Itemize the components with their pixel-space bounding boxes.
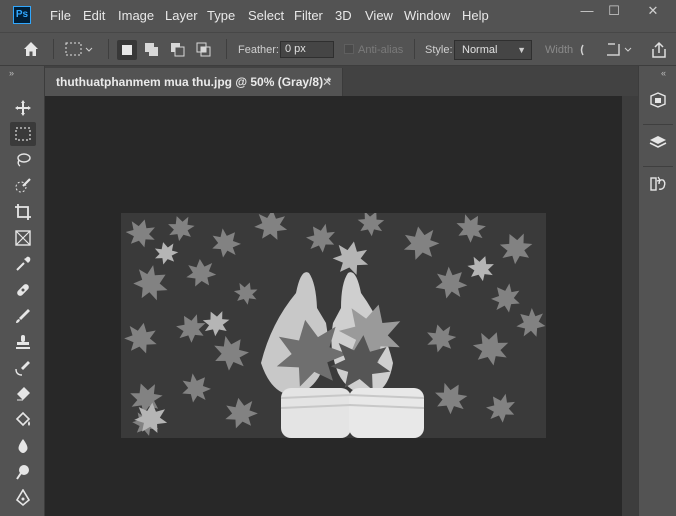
menu-type[interactable]: Type <box>207 0 235 32</box>
rectangular-marquee-tool-icon[interactable] <box>10 122 36 146</box>
menu-bar: Ps File Edit Image Layer Type Select Fil… <box>0 0 676 32</box>
separator <box>643 166 673 167</box>
add-to-selection-icon[interactable] <box>142 40 162 60</box>
separator <box>53 39 54 59</box>
separator <box>414 39 415 59</box>
separator <box>643 124 673 125</box>
history-icon[interactable] <box>647 173 669 195</box>
marquee-preset-icon[interactable] <box>64 33 94 67</box>
width-label: Width <box>545 44 574 56</box>
tools-panel: » <box>0 66 45 516</box>
maximize-button[interactable]: ☐ <box>597 0 631 24</box>
history-brush-tool-icon[interactable] <box>10 356 36 380</box>
healing-brush-tool-icon[interactable] <box>10 278 36 302</box>
home-icon[interactable] <box>22 32 40 66</box>
dodge-tool-icon[interactable] <box>10 460 36 484</box>
menu-window[interactable]: Window <box>404 0 450 32</box>
document-image[interactable] <box>121 213 546 438</box>
close-tab-icon[interactable]: ✕ <box>322 68 332 96</box>
share-icon[interactable] <box>650 33 668 67</box>
blur-tool-icon[interactable] <box>10 434 36 458</box>
antialias-label: Anti-alias <box>358 44 404 56</box>
brush-tool-icon[interactable] <box>10 304 36 328</box>
menu-3d[interactable]: 3D <box>335 0 352 32</box>
move-tool-icon[interactable] <box>10 96 36 120</box>
document-tab[interactable]: thuthuatphanmem mua thu.jpg @ 50% (Gray/… <box>45 68 343 96</box>
menu-view[interactable]: View <box>365 0 393 32</box>
menu-layer[interactable]: Layer <box>165 0 198 32</box>
menu-image[interactable]: Image <box>118 0 154 32</box>
panel-dock: « <box>638 66 676 516</box>
document-tab-bar: thuthuatphanmem mua thu.jpg @ 50% (Gray/… <box>45 66 638 96</box>
style-select[interactable]: Normal ▼ <box>454 40 532 60</box>
leaves-photo-illustration <box>121 213 546 438</box>
clone-stamp-tool-icon[interactable] <box>10 330 36 354</box>
eraser-tool-icon[interactable] <box>10 382 36 406</box>
close-window-button[interactable]: ✕ <box>636 0 670 24</box>
new-selection-icon[interactable] <box>117 40 137 60</box>
separator <box>226 39 227 59</box>
photoshop-logo[interactable]: Ps <box>13 6 31 24</box>
antialias-checkbox[interactable] <box>344 44 354 54</box>
intersect-selection-icon[interactable] <box>194 40 214 60</box>
menu-help[interactable]: Help <box>462 0 489 32</box>
collapse-toolbar-icon[interactable]: » <box>9 68 14 78</box>
feather-input[interactable]: 0 px <box>280 41 334 58</box>
pen-tool-icon[interactable] <box>10 486 36 510</box>
quick-selection-tool-icon[interactable] <box>10 174 36 198</box>
style-select-value: Normal <box>462 44 498 56</box>
menu-file[interactable]: File <box>50 0 71 32</box>
feather-label: Feather: <box>238 44 279 56</box>
separator <box>108 39 109 59</box>
subtract-from-selection-icon[interactable] <box>168 40 188 60</box>
document-tab-title: thuthuatphanmem mua thu.jpg @ 50% (Gray/… <box>56 75 332 89</box>
collapse-panels-icon[interactable]: « <box>661 68 666 78</box>
swap-icon[interactable] <box>577 33 599 67</box>
style-label: Style: <box>425 44 453 56</box>
eyedropper-tool-icon[interactable] <box>10 252 36 276</box>
menu-select[interactable]: Select <box>248 0 284 32</box>
vertical-scrollbar[interactable] <box>622 96 638 516</box>
layers-icon[interactable] <box>647 131 669 153</box>
chevron-down-icon: ▼ <box>517 45 526 55</box>
libraries-icon[interactable] <box>647 89 669 111</box>
refine-edge-icon[interactable] <box>605 33 635 67</box>
paint-bucket-tool-icon[interactable] <box>10 408 36 432</box>
options-bar: Feather: Anti-alias Style: Width <box>0 32 676 66</box>
lasso-tool-icon[interactable] <box>10 148 36 172</box>
menu-filter[interactable]: Filter <box>294 0 323 32</box>
crop-tool-icon[interactable] <box>10 200 36 224</box>
menu-edit[interactable]: Edit <box>83 0 105 32</box>
frame-tool-icon[interactable] <box>10 226 36 250</box>
